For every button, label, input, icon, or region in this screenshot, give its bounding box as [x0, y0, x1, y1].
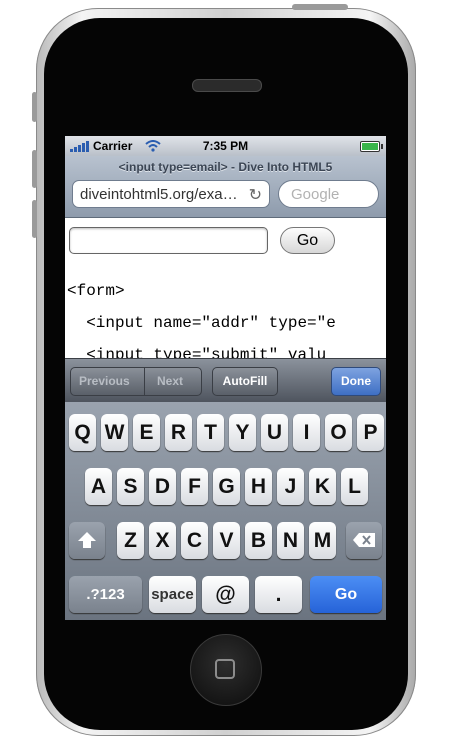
key-z[interactable]: Z	[117, 522, 144, 559]
volume-down-button	[32, 200, 37, 238]
key-o[interactable]: O	[325, 414, 352, 451]
dot-key[interactable]: .	[255, 576, 302, 613]
segment-divider	[144, 368, 145, 395]
home-square-icon	[215, 659, 235, 679]
done-button[interactable]: Done	[331, 367, 381, 396]
key-q[interactable]: Q	[69, 414, 96, 451]
key-a[interactable]: A	[85, 468, 112, 505]
key-l[interactable]: L	[341, 468, 368, 505]
backspace-key[interactable]	[346, 522, 382, 559]
key-g[interactable]: G	[213, 468, 240, 505]
key-r[interactable]: R	[165, 414, 192, 451]
key-v[interactable]: V	[213, 522, 240, 559]
browser-navbar: <input type=email> - Dive Into HTML5 div…	[65, 156, 386, 218]
key-x[interactable]: X	[149, 522, 176, 559]
clock: 7:35 PM	[202, 139, 249, 153]
reload-icon[interactable]: ↻	[249, 185, 262, 205]
sleep-button	[292, 4, 348, 10]
space-key[interactable]: space	[149, 576, 196, 613]
key-b[interactable]: B	[245, 522, 272, 559]
shift-key[interactable]	[69, 522, 105, 559]
battery-icon	[360, 141, 383, 152]
screen: Carrier 7:35 PM <input type=email> - Div…	[65, 136, 386, 620]
key-u[interactable]: U	[261, 414, 288, 451]
key-e[interactable]: E	[133, 414, 160, 451]
shift-icon	[78, 532, 96, 548]
key-f[interactable]: F	[181, 468, 208, 505]
address-bar[interactable]: diveintohtml5.org/exa… ↻	[72, 180, 270, 208]
key-m[interactable]: M	[309, 522, 336, 559]
key-d[interactable]: D	[149, 468, 176, 505]
key-i[interactable]: I	[293, 414, 320, 451]
key-s[interactable]: S	[117, 468, 144, 505]
key-h[interactable]: H	[245, 468, 272, 505]
web-page: Go <form> <input name="addr" type="e <in…	[65, 218, 386, 364]
key-w[interactable]: W	[101, 414, 128, 451]
go-key[interactable]: Go	[310, 576, 382, 613]
page-title: <input type=email> - Dive Into HTML5	[118, 160, 333, 174]
next-button[interactable]: Next	[157, 374, 183, 388]
key-c[interactable]: C	[181, 522, 208, 559]
code-line: <form>	[67, 282, 125, 300]
url-text: diveintohtml5.org/exa…	[80, 186, 238, 203]
previous-button[interactable]: Previous	[79, 374, 130, 388]
email-field[interactable]	[69, 227, 268, 254]
key-k[interactable]: K	[309, 468, 336, 505]
key-n[interactable]: N	[277, 522, 304, 559]
autofill-button[interactable]: AutoFill	[212, 367, 278, 396]
key-p[interactable]: P	[357, 414, 384, 451]
silent-switch	[32, 92, 37, 122]
search-input[interactable]: Google	[278, 180, 379, 208]
search-placeholder: Google	[291, 186, 340, 203]
volume-up-button	[32, 150, 37, 188]
submit-button[interactable]: Go	[280, 227, 335, 254]
key-y[interactable]: Y	[229, 414, 256, 451]
home-button[interactable]	[190, 634, 262, 706]
earpiece-speaker	[192, 79, 262, 92]
form-assistant-toolbar: Previous Next AutoFill Done	[65, 358, 386, 403]
key-t[interactable]: T	[197, 414, 224, 451]
keyboard: Q W E R T Y U I O P A S D F G H J K L Z …	[65, 402, 386, 620]
code-line: <input name="addr" type="e	[67, 314, 336, 332]
numbers-key[interactable]: .?123	[69, 576, 142, 613]
key-j[interactable]: J	[277, 468, 304, 505]
backspace-icon	[353, 533, 375, 547]
status-bar: Carrier 7:35 PM	[65, 136, 386, 156]
prev-next-segment: Previous Next	[70, 367, 202, 396]
at-key[interactable]: @	[202, 576, 249, 613]
